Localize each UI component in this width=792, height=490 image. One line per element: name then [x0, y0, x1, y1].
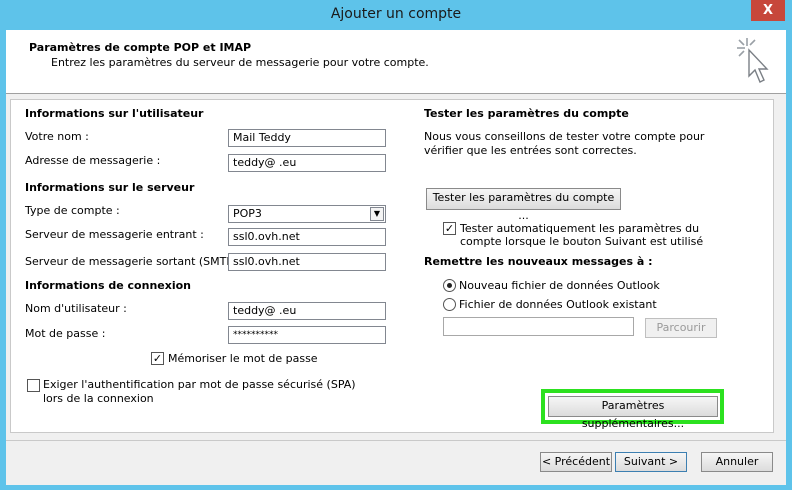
section-test-settings: Tester les paramètres du compte: [424, 107, 629, 120]
username-label: Nom d'utilisateur :: [25, 302, 127, 315]
test-desc-line1: Nous vous conseillons de tester votre co…: [424, 130, 705, 143]
checkmark-icon: ✓: [444, 222, 455, 235]
more-settings-button[interactable]: Paramètres supplémentaires...: [548, 396, 718, 430]
radio-existing-data-file-label: Fichier de données Outlook existant: [459, 298, 657, 311]
password-label: Mot de passe :: [25, 327, 106, 340]
checkmark-icon: ✓: [152, 352, 163, 365]
section-server-info: Informations sur le serveur: [25, 181, 195, 194]
radio-selected-dot: [447, 283, 452, 288]
name-input[interactable]: Mail Teddy: [228, 129, 386, 147]
close-button[interactable]: X: [751, 0, 785, 21]
chevron-down-icon[interactable]: ▼: [370, 207, 384, 221]
test-settings-button[interactable]: Tester les paramètres du compte ...: [426, 188, 621, 222]
cancel-button[interactable]: Annuler: [701, 452, 773, 472]
auto-test-label-line2: compte lorsque le bouton Suivant est uti…: [460, 235, 704, 248]
test-desc-line2: vérifier que les entrées sont correctes.: [424, 144, 637, 157]
next-button[interactable]: Suivant >: [615, 452, 687, 472]
footer-divider: [6, 440, 786, 441]
outgoing-server-input[interactable]: ssl0.ovh.net: [228, 253, 386, 271]
remember-password-checkbox[interactable]: ✓: [151, 352, 164, 365]
spa-label-line1: Exiger l'authentification par mot de pas…: [43, 378, 356, 391]
browse-button[interactable]: Parcourir: [645, 318, 717, 338]
radio-existing-data-file[interactable]: [443, 298, 456, 311]
account-type-select[interactable]: POP3 ▼: [228, 205, 386, 223]
section-deliver-to: Remettre les nouveaux messages à :: [424, 255, 653, 268]
incoming-server-input[interactable]: ssl0.ovh.net: [228, 228, 386, 246]
email-input[interactable]: teddy@ .eu: [228, 154, 386, 172]
wizard-cursor-sparkle-icon: [737, 38, 769, 83]
username-input[interactable]: teddy@ .eu: [228, 302, 386, 320]
account-type-label: Type de compte :: [25, 204, 120, 217]
back-button[interactable]: < Précédent: [540, 452, 612, 472]
section-user-info: Informations sur l'utilisateur: [25, 107, 204, 120]
spa-label-line2: lors de la connexion: [43, 392, 154, 405]
password-input[interactable]: **********: [228, 326, 386, 344]
spa-checkbox[interactable]: [27, 379, 40, 392]
email-label: Adresse de messagerie :: [25, 154, 161, 167]
incoming-server-label: Serveur de messagerie entrant :: [25, 228, 204, 241]
window-title: Ajouter un compte: [330, 6, 462, 22]
radio-new-data-file-label: Nouveau fichier de données Outlook: [459, 279, 660, 292]
account-type-value: POP3: [233, 207, 262, 220]
name-label: Votre nom :: [25, 130, 89, 143]
header-title: Paramètres de compte POP et IMAP: [29, 41, 252, 54]
auto-test-checkbox[interactable]: ✓: [443, 222, 456, 235]
data-file-path-input[interactable]: [443, 317, 634, 336]
radio-new-data-file[interactable]: [443, 279, 456, 292]
header-subtitle: Entrez les paramètres du serveur de mess…: [51, 56, 429, 69]
outgoing-server-label: Serveur de messagerie sortant (SMTP) :: [25, 255, 245, 268]
section-login-info: Informations de connexion: [25, 279, 191, 292]
remember-password-label: Mémoriser le mot de passe: [168, 352, 318, 365]
auto-test-label-line1: Tester automatiquement les paramètres du: [460, 222, 700, 235]
